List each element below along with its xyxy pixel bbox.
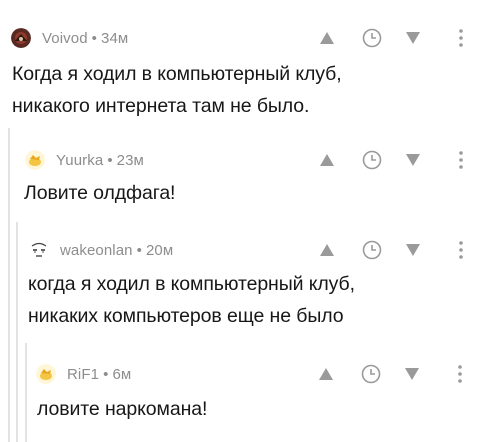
upvote-icon [320,244,334,256]
more-options-button[interactable] [448,362,472,386]
yellow-avatar-icon [36,364,56,384]
dark-red-avatar-icon [11,28,31,48]
avatar[interactable] [29,240,49,260]
comment-line: никаких компьютеров еще не было [28,305,344,327]
more-options-button[interactable] [449,238,473,262]
clock-icon [362,150,382,170]
comment-meta: RiF1 • 6м [67,366,131,383]
clock-icon [362,28,382,48]
upvote-button[interactable] [315,148,339,172]
author-name[interactable]: wakeonlan [60,242,133,259]
downvote-button[interactable] [401,26,425,50]
downvote-button[interactable] [401,238,425,262]
comment-body: Когда я ходил в компьютерный клуб, никак… [12,58,342,122]
more-options-button[interactable] [449,148,473,172]
save-for-later-button[interactable] [359,362,383,386]
downvote-icon [406,244,420,256]
downvote-icon [405,368,419,380]
upvote-icon [320,32,334,44]
comment-body: Ловите олдфага! [24,177,175,209]
meta-separator: • [103,365,109,383]
save-for-later-button[interactable] [360,26,384,50]
downvote-icon [406,32,420,44]
upvote-icon [320,154,334,166]
comment-meta: wakeonlan • 20м [60,242,173,259]
yellow-avatar-icon [25,150,45,170]
comment-line: Когда я ходил в компьютерный клуб, [12,63,342,85]
comment-header: Yuurka • 23м [25,148,480,172]
clock-icon [361,364,381,384]
author-name[interactable]: Yuurka [56,152,103,169]
thread-line [8,128,10,442]
comment-header: RiF1 • 6м [36,362,480,386]
author-name[interactable]: RiF1 [67,366,99,383]
author-name[interactable]: Voivod [42,30,88,47]
comment-meta: Yuurka • 23м [56,152,144,169]
comment-body: ловите наркомана! [37,393,207,425]
more-options-icon [459,29,463,47]
comment-time[interactable]: 20м [146,242,173,259]
thread-line [25,343,27,442]
meta-separator: • [91,29,97,47]
save-for-later-button[interactable] [360,148,384,172]
sketch-face-avatar-icon [29,240,49,260]
more-options-button[interactable] [449,26,473,50]
downvote-icon [406,154,420,166]
avatar[interactable] [36,364,56,384]
comment-time[interactable]: 23м [117,152,144,169]
comment-header: Voivod • 34м [11,26,480,50]
comment-line: ловите наркомана! [37,398,208,420]
comment-header: wakeonlan • 20м [29,238,480,262]
meta-separator: • [136,241,142,259]
upvote-button[interactable] [315,26,339,50]
clock-icon [362,240,382,260]
comment-line: когда я ходил в компьютерный клуб, [28,273,355,295]
avatar[interactable] [25,150,45,170]
upvote-icon [319,368,333,380]
upvote-button[interactable] [315,238,339,262]
comment-meta: Voivod • 34м [42,30,128,47]
avatar[interactable] [11,28,31,48]
thread-line [16,222,18,442]
downvote-button[interactable] [400,362,424,386]
downvote-button[interactable] [401,148,425,172]
more-options-icon [459,151,463,169]
comment-time[interactable]: 6м [112,366,131,383]
more-options-icon [459,241,463,259]
comment-body: когда я ходил в компьютерный клуб, никак… [28,268,355,332]
upvote-button[interactable] [314,362,338,386]
more-options-icon [458,365,462,383]
meta-separator: • [107,151,113,169]
comment-time[interactable]: 34м [101,30,128,47]
save-for-later-button[interactable] [360,238,384,262]
comment-line: Ловите олдфага! [24,182,176,204]
comment-line: никакого интернета там не было. [12,95,310,117]
